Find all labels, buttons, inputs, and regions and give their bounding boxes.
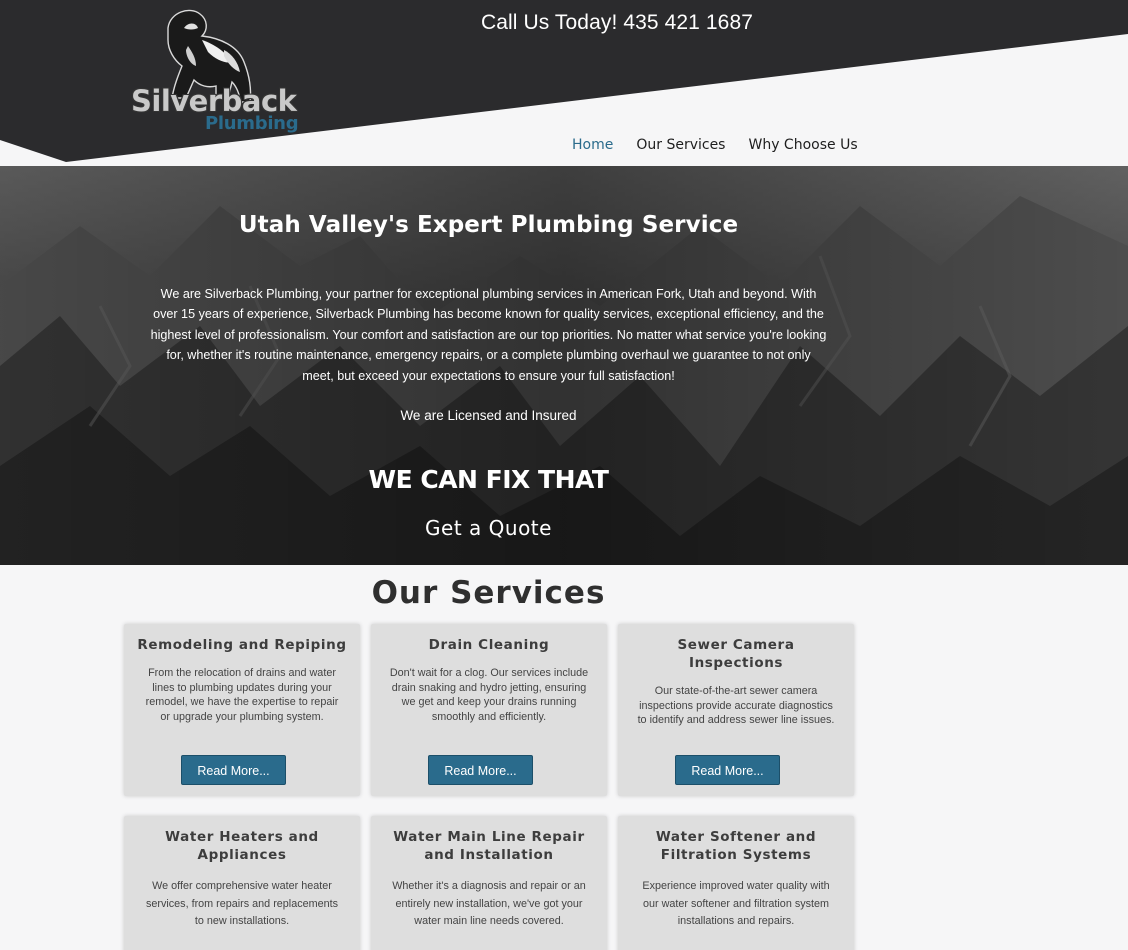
service-card-text: Experience improved water quality with o… <box>642 880 830 927</box>
site-header: Silverback Plumbing Call Us Today! 435 4… <box>0 0 1128 166</box>
nav-our-services[interactable]: Our Services <box>636 137 725 153</box>
service-card-sewer-camera: Sewer Camera Inspections Our state-of-th… <box>618 624 854 796</box>
service-card-title: Water Heaters and Appliances <box>165 829 319 863</box>
service-card-text: Whether it's a diagnosis and repair or a… <box>392 880 586 927</box>
get-quote-link[interactable]: Get a Quote <box>0 516 977 540</box>
hero-heading: Utah Valley's Expert Plumbing Service <box>238 212 739 238</box>
service-card-text: Our state-of-the-art sewer camera inspec… <box>637 685 835 726</box>
service-card-water-heaters: Water Heaters and Appliances We offer co… <box>124 816 360 950</box>
nav-home[interactable]: Home <box>572 137 613 153</box>
service-card-water-softener: Water Softener and Filtration Systems Ex… <box>618 816 854 950</box>
service-card-title: Remodeling and Repiping <box>137 637 347 653</box>
service-card-title: Sewer Camera Inspections <box>677 637 795 671</box>
read-more-button[interactable]: Read More... <box>675 755 780 785</box>
service-card-drain-cleaning: Drain Cleaning Don't wait for a clog. Ou… <box>371 624 607 796</box>
nav-why-choose-us[interactable]: Why Choose Us <box>748 137 857 153</box>
read-more-button[interactable]: Read More... <box>428 755 533 785</box>
service-card-title: Water Main Line Repair and Installation <box>393 829 585 863</box>
hero-tagline: WE CAN FIX THAT <box>368 465 609 494</box>
service-card-text: We offer comprehensive water heater serv… <box>145 880 339 927</box>
service-card-title: Drain Cleaning <box>428 637 550 653</box>
service-card-remodeling: Remodeling and Repiping From the relocat… <box>124 624 360 796</box>
service-card-title: Water Softener and Filtration Systems <box>655 829 817 863</box>
licensed-insured-text: We are Licensed and Insured <box>400 408 577 423</box>
service-card-water-main: Water Main Line Repair and Installation … <box>371 816 607 950</box>
logo-wordmark-plumbing: Plumbing <box>205 113 299 134</box>
services-heading: Our Services <box>371 575 606 611</box>
hero-description: We are Silverback Plumbing, your partner… <box>150 287 827 383</box>
phone-callout[interactable]: Call Us Today! 435 421 1687 <box>481 11 753 35</box>
service-card-text: From the relocation of drains and water … <box>145 667 339 723</box>
read-more-button[interactable]: Read More... <box>181 755 286 785</box>
main-nav: Home Our Services Why Choose Us <box>572 137 881 153</box>
hero-section: Utah Valley's Expert Plumbing Service We… <box>0 166 1128 565</box>
service-card-text: Don't wait for a clog. Our services incl… <box>389 667 589 723</box>
